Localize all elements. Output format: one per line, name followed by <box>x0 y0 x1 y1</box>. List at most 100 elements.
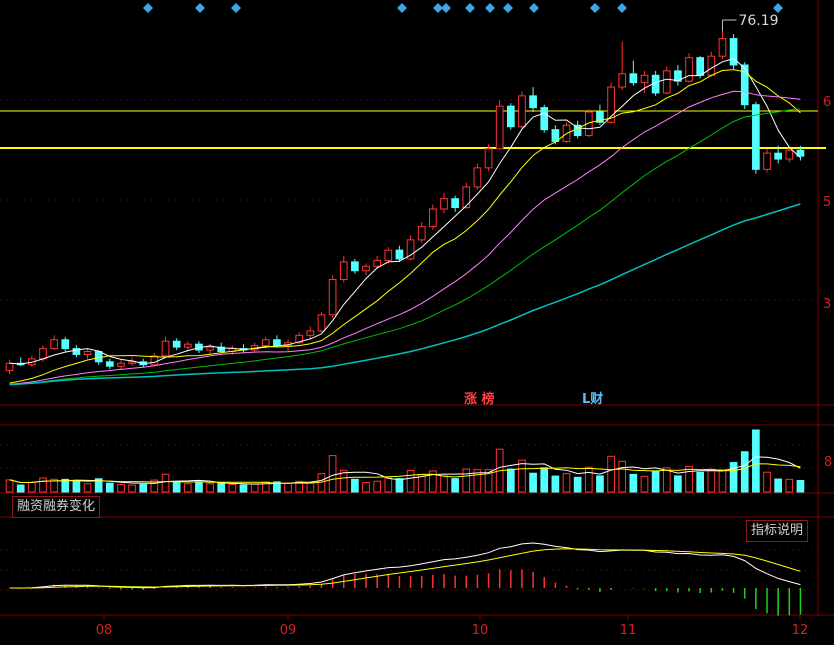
volume-bar-41 <box>462 468 471 493</box>
volume-bar-2 <box>28 481 36 493</box>
volume-bar-10 <box>117 483 125 493</box>
candle-66 <box>740 62 749 110</box>
volume-bar-57 <box>640 475 649 493</box>
volume-bar-67 <box>752 429 760 493</box>
price-tick-5: 5 <box>823 195 832 210</box>
volume-bar-33 <box>373 480 381 493</box>
volume-bar-48 <box>540 467 549 493</box>
candle-body-70 <box>785 149 794 160</box>
candle-44 <box>495 100 504 151</box>
candle-body-14 <box>161 340 170 357</box>
candle-body-44 <box>495 105 504 150</box>
volume-bar-11 <box>128 484 136 493</box>
price-tick-3: 3 <box>823 297 832 312</box>
candle-body-15 <box>172 340 181 348</box>
candle-body-61 <box>685 57 693 82</box>
candle-body-62 <box>696 57 705 76</box>
volume-bar-35 <box>395 478 404 493</box>
volume-bar-53 <box>596 475 604 493</box>
candle-body-28 <box>317 314 326 332</box>
month-label-3: 11 <box>620 623 637 638</box>
candle-body-56 <box>629 73 638 84</box>
candle-body-59 <box>662 70 671 94</box>
volume-bar-50 <box>562 473 571 493</box>
candle-28 <box>317 311 326 333</box>
volume-bar-40 <box>451 478 459 493</box>
candle-body-64 <box>718 38 727 57</box>
candle-body-43 <box>484 148 493 169</box>
volume-bar-47 <box>529 472 537 493</box>
badge-cai[interactable]: L财 <box>582 388 603 407</box>
volume-bar-60 <box>674 475 682 493</box>
candle-body-30 <box>339 261 348 281</box>
candle-46 <box>518 91 526 129</box>
volume-bar-66 <box>740 451 749 493</box>
candle-body-57 <box>640 74 649 84</box>
volume-bar-0 <box>5 479 14 493</box>
candle-body-3 <box>39 348 47 360</box>
volume-bar-70 <box>785 478 794 493</box>
month-label-0: 08 <box>96 623 113 638</box>
candle-42 <box>473 163 482 190</box>
candle-body-24 <box>273 339 281 347</box>
candle-body-32 <box>362 265 370 272</box>
month-label-1: 09 <box>280 623 297 638</box>
volume-bar-15 <box>172 481 181 493</box>
candle-body-47 <box>529 95 537 109</box>
month-label-4: 12 <box>792 623 809 638</box>
candle-body-69 <box>774 152 782 160</box>
volume-bar-3 <box>39 477 47 493</box>
volume-bar-18 <box>206 483 214 493</box>
volume-bar-19 <box>217 482 226 493</box>
candle-body-11 <box>128 361 136 364</box>
price-tick-6: 6 <box>823 95 832 110</box>
candle-body-35 <box>395 249 404 260</box>
volume-bar-58 <box>651 470 660 493</box>
volume-bar-29 <box>328 455 337 493</box>
volume-bar-27 <box>306 481 315 493</box>
candle-62 <box>696 56 705 79</box>
volume-bar-25 <box>284 482 292 493</box>
volume-bar-1 <box>16 484 25 493</box>
volume-bar-9 <box>105 482 114 493</box>
volume-bar-69 <box>774 478 782 493</box>
indicator-help-button[interactable]: 指标说明 <box>746 520 809 542</box>
candle-body-33 <box>373 259 381 267</box>
candle-41 <box>462 182 471 209</box>
candle-body-63 <box>707 55 716 76</box>
candle-body-10 <box>117 362 125 367</box>
tab-rzrq[interactable]: 融资融券变化 <box>12 496 101 518</box>
candle-body-16 <box>183 343 192 348</box>
candle-body-55 <box>618 73 627 88</box>
volume-bar-28 <box>317 473 326 493</box>
volume-bar-62 <box>696 471 705 493</box>
volume-bar-51 <box>573 476 582 493</box>
candle-body-27 <box>306 330 315 336</box>
candle-body-34 <box>384 249 393 261</box>
candle-body-39 <box>440 198 448 210</box>
candle-body-37 <box>417 226 426 241</box>
volume-bar-45 <box>506 468 515 493</box>
candle-body-41 <box>462 186 471 209</box>
badge-zhangbang[interactable]: 涨 榜 <box>464 388 495 407</box>
candle-body-45 <box>506 105 515 128</box>
candle-body-18 <box>206 346 214 351</box>
volume-bar-63 <box>707 469 716 493</box>
candle-61 <box>685 53 693 83</box>
candle-body-42 <box>473 167 482 188</box>
candle-body-4 <box>50 339 58 350</box>
candle-body-23 <box>261 339 270 347</box>
candle-48 <box>540 104 549 133</box>
stock-chart[interactable]: 08 09 10 11 12 76.19 <box>0 0 834 645</box>
volume-bar-31 <box>351 478 359 493</box>
volume-bar-64 <box>718 469 727 493</box>
volume-bar-34 <box>384 477 393 493</box>
candle-body-0 <box>5 362 14 372</box>
candle-45 <box>506 103 515 130</box>
candle-43 <box>484 144 493 171</box>
volume-bar-49 <box>551 475 560 493</box>
volume-bar-36 <box>406 469 415 493</box>
volume-bar-59 <box>662 467 671 493</box>
high-price-label: 76.19 <box>738 13 778 29</box>
volume-bar-20 <box>228 483 237 493</box>
